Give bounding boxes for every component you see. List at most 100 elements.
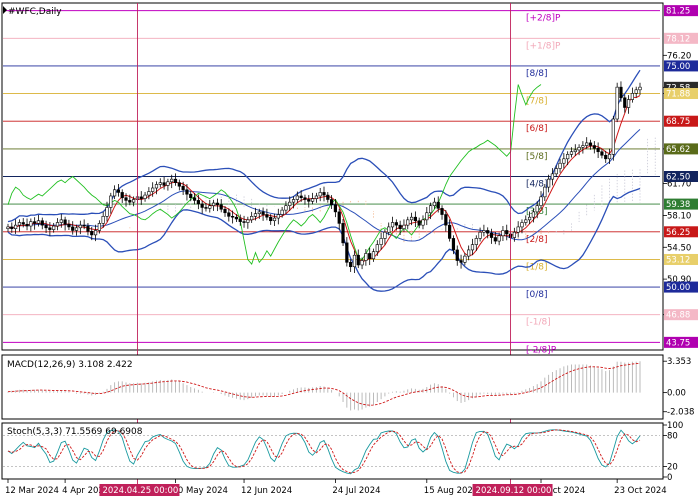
candle-body [17,222,22,226]
candle-body [512,231,516,238]
candle-body [215,202,219,206]
candle-body [310,198,315,202]
candle-body [417,220,421,226]
candle-body [238,218,242,222]
candle-body [493,237,497,242]
candle-body [581,145,585,148]
candle-body [132,199,136,203]
stoch-tick-label: 100 [667,421,683,431]
candle-body [558,162,562,169]
price-badge-label: 56.25 [666,228,690,238]
candle-body [208,205,212,209]
price-badge-label: 65.62 [666,145,690,155]
candle-body [482,230,486,233]
candle-body [413,216,417,222]
candle-body [607,154,612,160]
candle-body [151,187,155,192]
candle-body [86,225,90,232]
candle-body [577,147,581,151]
candle-body [467,249,471,257]
candle-body [387,226,391,233]
symbol-label: #WFC,Daily [8,7,62,17]
candle-body [139,196,143,199]
candle-body [74,227,79,231]
candle-body [147,191,151,196]
candle-body [569,151,574,155]
candle-body [486,230,490,234]
candle-body [604,154,608,160]
candle-body [588,142,593,146]
candle-body [573,149,577,153]
candle-body [375,244,379,252]
candle-body [246,219,250,223]
candle-body [371,251,376,260]
candle-body [93,230,98,236]
candle-body [451,238,456,251]
candle-body [170,178,174,183]
candle-body [501,230,505,237]
price-tick-label: 76.20 [667,51,691,61]
candle-body [314,195,318,199]
candle-body [524,219,528,223]
macd-label: MACD(12,26,9) 3.108 2.422 [7,360,133,370]
price-badge-label: 78.12 [666,34,690,44]
candle-body [97,223,101,231]
candle-body [527,216,532,221]
candle-body [116,189,121,193]
candle-body [67,223,71,228]
candle-body [547,178,551,188]
candle-body [257,211,261,214]
price-badge-label: 43.75 [666,338,690,348]
candle-body [90,231,94,236]
candle-body [44,224,48,229]
candle-body [402,224,406,229]
candle-body [59,219,63,223]
candle-body [25,223,29,227]
candle-body [341,223,345,244]
candle-body [173,178,178,183]
candle-body [330,199,334,206]
date-tick-label: 20 May 2024 [173,486,228,496]
price-badge-label: 62.50 [666,173,690,183]
candle-body [356,254,360,266]
price-badge-label: 46.88 [666,311,690,321]
date-marker-label: 2024.04.25 00:00 [102,486,178,496]
candle-body [166,181,170,186]
price-badge-label: 81.25 [666,7,690,17]
candle-body [265,214,269,218]
candle-body [269,216,273,222]
candle-body [349,262,353,268]
candle-body [398,224,402,229]
candle-body [55,222,60,227]
candle-body [280,209,284,215]
candle-body [185,189,189,195]
candle-body [364,253,368,261]
murrey-label: [6/8] [526,124,548,134]
stoch-tick-label: 20 [667,463,678,473]
candle-body [143,194,147,199]
candle-body [52,225,56,230]
candle-body [78,224,82,229]
candle-body [596,147,600,153]
candle-body [379,238,383,245]
murrey-label: [0/8] [526,290,548,300]
candle-body [409,216,414,221]
candle-body [436,201,440,209]
candle-body [345,242,349,263]
candle-body [288,201,292,206]
price-tick-label: 54.50 [667,243,691,253]
trading-chart: [+2/8]P[+1/8]P[8/8][7/8][6/8][5/8][4/8][… [0,0,700,500]
candle-body [611,118,615,155]
candle-body [21,222,25,225]
candle-body [531,211,535,218]
candle-body [71,226,75,231]
macd-tick-label: -2.038 [667,408,694,418]
murrey-label: [5/8] [526,152,548,162]
murrey-label: [+2/8]P [526,14,561,24]
candle-body [318,192,322,197]
candle-body [120,192,124,199]
candle-body [33,221,37,224]
price-tick-label: 58.10 [667,211,691,221]
candle-body [619,86,623,99]
candle-body [520,222,524,228]
